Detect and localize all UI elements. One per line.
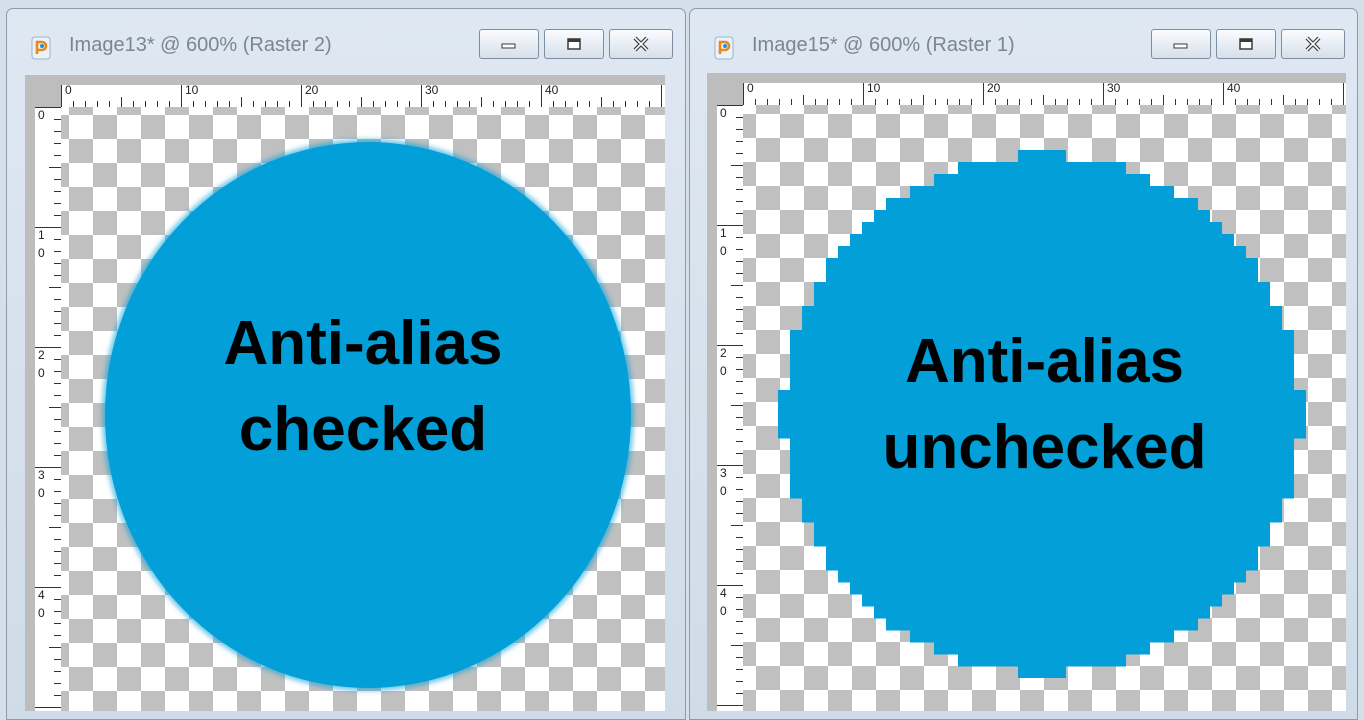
circle-pixel-row — [910, 186, 1174, 199]
ruler-label: 2 — [720, 346, 727, 360]
circle-pixel-row — [850, 234, 1234, 247]
window-titlebar[interactable]: Image13* @ 600% (Raster 2) — [7, 9, 685, 71]
paintshop-pro-icon — [31, 36, 51, 60]
ruler-label: 0 — [747, 81, 754, 95]
circle-pixel-row — [826, 558, 1258, 571]
circle-pixel-row — [934, 642, 1150, 655]
circle-pixel-row — [802, 498, 1282, 511]
image-window-anti-alias-checked[interactable]: Image13* @ 600% (Raster 2) 0 10 20 30 40 010… — [6, 8, 686, 720]
image-window-anti-alias-unchecked[interactable]: Image15* @ 600% (Raster 1) 0 10 20 30 40 010… — [689, 8, 1358, 720]
circle-pixel-row — [1018, 150, 1066, 163]
ruler-label: 3 — [720, 466, 727, 480]
circle-pixel-row — [814, 522, 1270, 535]
maximize-button[interactable] — [544, 29, 604, 59]
close-button[interactable] — [609, 29, 673, 59]
circle-pixel-row — [862, 222, 1222, 235]
window-title: Image13* @ 600% (Raster 2) — [69, 34, 332, 56]
ruler-label: 40 — [1227, 81, 1241, 95]
ruler-corner — [707, 73, 743, 105]
horizontal-ruler: 0 10 20 30 40 — [61, 75, 665, 107]
ruler-track — [61, 85, 665, 107]
circle-pixel-row — [826, 258, 1258, 271]
circle-pixel-row — [934, 174, 1150, 187]
ruler-track — [35, 107, 61, 711]
ruler-label: 3 — [38, 468, 45, 482]
circle-pixel-row — [814, 282, 1270, 295]
circle-pixel-row — [814, 294, 1270, 307]
circle-pixel-row — [1018, 666, 1066, 678]
horizontal-ruler: 0 10 20 30 40 — [743, 73, 1346, 105]
ruler-label: 20 — [987, 81, 1001, 95]
ruler-label: 0 — [38, 366, 45, 380]
circle-pixel-row — [958, 654, 1126, 667]
ruler-label: 0 — [38, 486, 45, 500]
circle-pixel-row — [826, 270, 1258, 283]
ruler-label: 1 — [720, 226, 727, 240]
circle-pixel-row — [790, 486, 1294, 499]
image-canvas[interactable]: Anti-alias unchecked — [743, 105, 1346, 711]
minimize-icon — [1173, 43, 1188, 49]
close-button[interactable] — [1281, 29, 1345, 59]
ruler-label: 10 — [867, 81, 881, 95]
ruler-label: 0 — [38, 108, 45, 122]
maximize-button[interactable] — [1216, 29, 1276, 59]
circle-pixel-row — [850, 582, 1234, 595]
ruler-label: 30 — [1107, 81, 1121, 95]
ruler-label: 0 — [38, 246, 45, 260]
window-title: Image15* @ 600% (Raster 1) — [752, 34, 1015, 56]
ruler-label: 10 — [185, 83, 199, 97]
ruler-label: 20 — [305, 83, 319, 97]
ruler-label: 0 — [38, 606, 45, 620]
circle-pixel-row — [910, 630, 1174, 643]
ruler-label: 0 — [720, 484, 727, 498]
ruler-label: 30 — [425, 83, 439, 97]
vertical-ruler: 0 1 0 2 0 3 0 4 0 — [707, 105, 743, 711]
minimize-icon — [501, 43, 516, 49]
ruler-corner — [25, 75, 61, 107]
circle-pixel-row — [838, 570, 1246, 583]
minimize-button[interactable] — [1151, 29, 1211, 59]
ruler-label: 0 — [65, 83, 72, 97]
minimize-button[interactable] — [479, 29, 539, 59]
paintshop-pro-icon — [714, 36, 734, 60]
ruler-label: 0 — [720, 364, 727, 378]
maximize-icon — [567, 38, 581, 50]
canvas-label-line1: Anti-alias — [223, 309, 503, 378]
circle-pixel-row — [886, 618, 1198, 631]
vertical-ruler: 0 1 0 2 0 3 0 4 0 — [25, 107, 61, 711]
image-canvas[interactable]: Anti-alias checked — [61, 107, 665, 711]
canvas-label-line2: unchecked — [882, 413, 1207, 482]
ruler-label: 0 — [720, 106, 727, 120]
ruler-label: 0 — [720, 244, 727, 258]
canvas-label-line1: Anti-alias — [904, 327, 1185, 396]
circle-pixel-row — [874, 606, 1210, 619]
close-icon — [633, 36, 649, 52]
circle-pixel-row — [802, 510, 1282, 523]
circle-pixel-row — [814, 534, 1270, 547]
ruler-track — [743, 83, 1346, 105]
canvas-label-line2: checked — [238, 395, 488, 464]
ruler-label: 1 — [38, 228, 45, 242]
maximize-icon — [1239, 38, 1253, 50]
circle-pixel-row — [862, 594, 1222, 607]
ruler-label: 40 — [545, 83, 559, 97]
ruler-label: 4 — [38, 588, 45, 602]
ruler-label: 2 — [38, 348, 45, 362]
circle-pixel-row — [958, 162, 1126, 175]
ruler-track — [717, 105, 743, 711]
circle-pixel-row — [802, 306, 1282, 319]
close-icon — [1305, 36, 1321, 52]
circle-pixel-row — [838, 246, 1246, 259]
ruler-label: 4 — [720, 586, 727, 600]
ruler-label: 0 — [720, 604, 727, 618]
circle-pixel-row — [826, 546, 1258, 559]
circle-pixel-row — [886, 198, 1198, 211]
circle-pixel-row — [874, 210, 1210, 223]
window-titlebar[interactable]: Image15* @ 600% (Raster 1) — [690, 9, 1357, 71]
